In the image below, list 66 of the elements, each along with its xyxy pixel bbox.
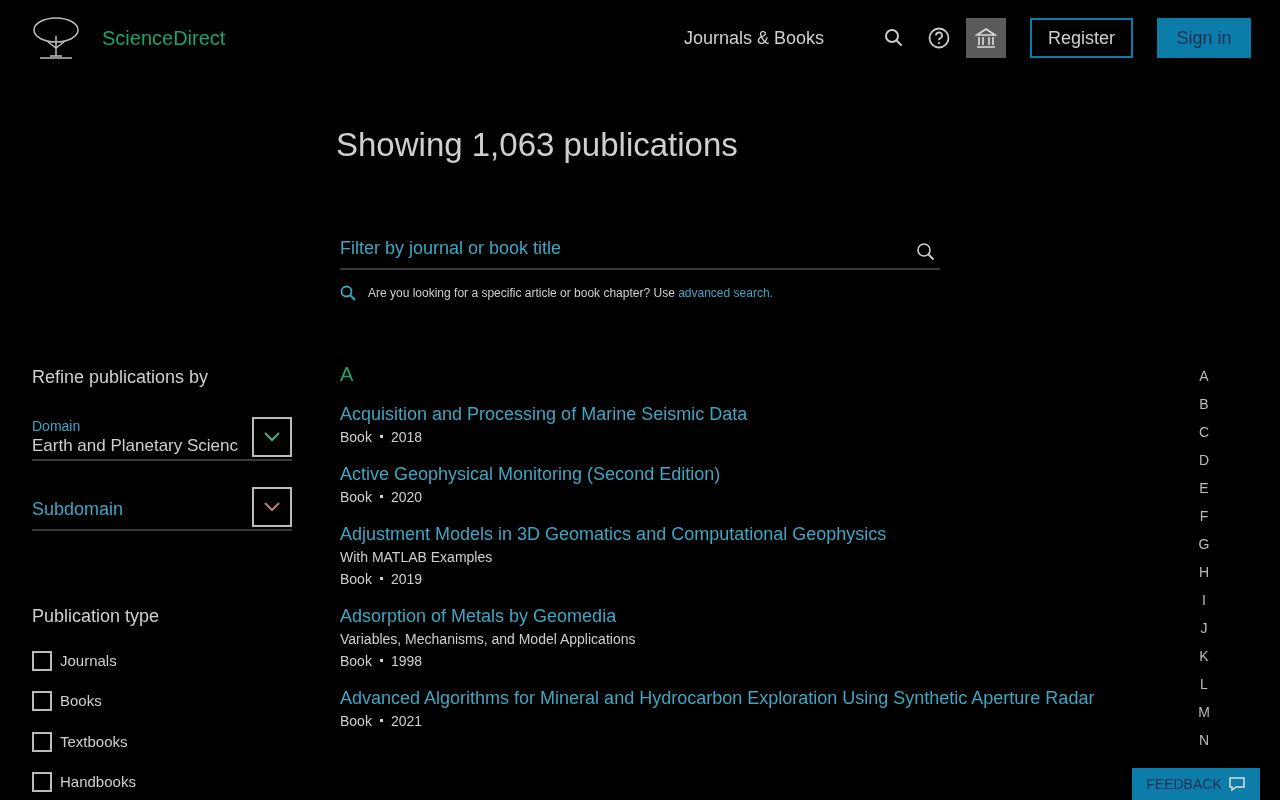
alphabet-link[interactable]: F (1199, 505, 1209, 527)
speech-bubble-icon (1227, 776, 1246, 792)
dropdown-field[interactable]: Subdomain (32, 486, 292, 531)
publication-type: Book (340, 569, 372, 589)
chevron-down-icon (264, 431, 280, 442)
alphabet-link[interactable]: J (1200, 617, 1208, 639)
dropdown-label: Domain (32, 417, 82, 436)
publication-title-link[interactable]: Adjustment Models in 3D Geomatics and Computational Geophysics (340, 521, 1192, 546)
dropdown-field[interactable]: Domain Earth and Planetary Scienc (32, 416, 292, 461)
publication-type-heading: Publication type (32, 604, 161, 628)
chevron-down-icon (264, 501, 280, 512)
checkbox[interactable] (32, 650, 52, 671)
alphabet-link[interactable]: A (1199, 365, 1209, 387)
dropdown-value: Earth and Planetary Scienc (32, 435, 239, 457)
checkbox[interactable] (32, 772, 52, 793)
publication-year: 2021 (390, 711, 423, 731)
dropdown-placeholder: Subdomain (32, 498, 125, 521)
nav-link[interactable]: Journals & Books (683, 24, 824, 52)
alphabet-link[interactable]: B (1199, 393, 1209, 415)
checkbox-label: Journals (60, 650, 117, 671)
alphabet-link[interactable]: I (1202, 589, 1206, 611)
checkbox[interactable] (32, 691, 52, 712)
publication-title-link[interactable]: Adsorption of Metals by Geomedia (340, 603, 1192, 628)
publication-type: Book (340, 427, 372, 447)
dropdown-toggle[interactable] (252, 486, 292, 527)
search-icon (340, 284, 356, 301)
publication-title-link[interactable]: Advanced Algorithms for Mineral and Hydrocarbon Exploration Using Synthetic Aperture Radar (340, 685, 1192, 710)
alphabet-link[interactable]: M (1198, 701, 1210, 723)
alphabet-link[interactable]: G (1198, 533, 1210, 555)
publication-type: Book (340, 711, 372, 731)
publication-year: 2019 (390, 569, 423, 589)
register-button[interactable]: Register (1029, 18, 1133, 58)
checkbox-label: Handbooks (60, 772, 136, 792)
alphabet-link[interactable]: C (1198, 421, 1210, 443)
results-heading: Showing 1,063 publications (336, 125, 739, 165)
institution-button[interactable] (965, 18, 1006, 58)
publication-type: Book (340, 651, 372, 671)
publication-year: 2018 (390, 427, 423, 447)
brand-name[interactable]: ScienceDirect (102, 23, 226, 53)
advanced-search-link[interactable]: advanced search. (678, 285, 773, 300)
advanced-search-hint: Are you looking for a specific article or book chapter? Use advanced search. (368, 284, 773, 302)
search-icon[interactable] (916, 241, 936, 262)
checkbox-label: Textbooks (60, 731, 128, 752)
alphabet-link[interactable]: N (1198, 729, 1210, 751)
alphabet-link[interactable]: H (1198, 561, 1210, 583)
alphabet-link[interactable]: E (1199, 477, 1209, 499)
publication-year: 1998 (390, 651, 423, 671)
section-letter: A (340, 363, 355, 384)
filter-field[interactable]: Filter by journal or book title (340, 229, 940, 270)
checkbox-label: Books (60, 691, 102, 711)
dropdown-toggle[interactable] (252, 416, 292, 457)
refine-heading: Refine publications by (32, 365, 210, 389)
building-icon (974, 27, 997, 49)
checkbox[interactable] (32, 731, 52, 752)
tree-logo-icon[interactable] (30, 16, 82, 60)
publication-year: 2020 (390, 487, 423, 507)
alphabet-link[interactable]: D (1198, 449, 1210, 471)
publication-title-link[interactable]: Active Geophysical Monitoring (Second Edition) (340, 461, 1192, 486)
alphabet-link[interactable]: L (1200, 673, 1208, 695)
publication-title-link[interactable]: Acquisition and Processing of Marine Seismic Data (340, 401, 1192, 426)
search-icon[interactable] (883, 28, 904, 48)
help-icon[interactable] (927, 27, 950, 49)
publication-subtitle: Variables, Mechanisms, and Model Applications (340, 629, 637, 649)
publication-subtitle: With MATLAB Examples (340, 547, 494, 567)
alphabet-link[interactable]: K (1199, 645, 1209, 667)
publication-type: Book (340, 487, 372, 507)
